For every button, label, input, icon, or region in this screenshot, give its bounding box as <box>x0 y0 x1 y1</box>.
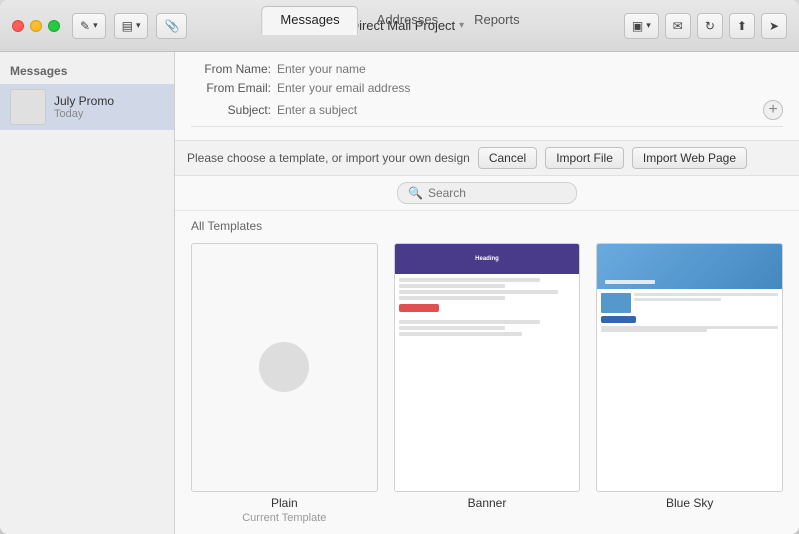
refresh-icon: ↻ <box>705 19 715 33</box>
view-type-chevron: ▾ <box>646 20 651 31</box>
template-name-bluesky: Blue Sky <box>666 496 713 510</box>
titlebar: ✎ ▾ ▤ ▾ 📎 ✉ Direct Mail Project ▾ Messag… <box>0 0 799 52</box>
subject-label: Subject: <box>191 103 271 117</box>
toolbar-left: ✎ ▾ ▤ ▾ 📎 <box>72 13 187 39</box>
from-email-row: From Email: <box>191 81 783 95</box>
template-card-plain[interactable]: Plain Current Template <box>191 243 378 524</box>
template-preview-plain <box>191 243 378 492</box>
import-file-button[interactable]: Import File <box>545 147 624 169</box>
from-name-row: From Name: <box>191 62 783 76</box>
message-thumbnail <box>10 89 46 125</box>
from-email-label: From Email: <box>191 81 271 95</box>
search-row: 🔍 <box>175 176 799 211</box>
attach-button[interactable]: 📎 <box>156 13 187 39</box>
minimize-button[interactable] <box>30 20 42 32</box>
list-item[interactable]: July Promo Today <box>0 84 174 130</box>
maximize-button[interactable] <box>48 20 60 32</box>
form-area: From Name: From Email: Subject: + <box>175 52 799 141</box>
template-name-banner: Banner <box>468 496 507 510</box>
search-icon: 🔍 <box>408 186 423 200</box>
from-name-input[interactable] <box>277 62 783 76</box>
tab-reports[interactable]: Reports <box>456 7 538 34</box>
compose-icon: ✎ <box>80 19 90 33</box>
export-button[interactable]: ⬆ <box>729 13 755 39</box>
message-info: July Promo Today <box>54 94 114 120</box>
template-bar-text: Please choose a template, or import your… <box>187 151 470 165</box>
tabs: Messages Addresses Reports <box>261 6 537 34</box>
traffic-lights <box>12 20 60 32</box>
templates-scroll[interactable]: All Templates Plain Current Template <box>175 211 799 534</box>
cancel-button[interactable]: Cancel <box>478 147 537 169</box>
all-templates-label: All Templates <box>191 219 783 233</box>
refresh-button[interactable]: ↻ <box>697 13 723 39</box>
from-name-label: From Name: <box>191 62 271 76</box>
view-type-icon: ▣ <box>632 19 643 33</box>
send-button[interactable]: ➤ <box>761 13 787 39</box>
view-button[interactable]: ▤ ▾ <box>114 13 149 39</box>
template-preview-banner: Heading <box>394 243 581 492</box>
template-chooser-bar: Please choose a template, or import your… <box>175 141 799 176</box>
from-email-input[interactable] <box>277 81 783 95</box>
tab-addresses[interactable]: Addresses <box>359 7 456 34</box>
title-area: ✉ Direct Mail Project ▾ Messages Address… <box>335 18 464 34</box>
add-field-button[interactable]: + <box>763 100 783 120</box>
template-card-banner[interactable]: Heading <box>394 243 581 524</box>
export-icon: ⬆ <box>737 19 747 33</box>
subject-input[interactable] <box>277 103 755 117</box>
sidebar: Messages July Promo Today <box>0 52 175 534</box>
main-content: Messages July Promo Today From Name: Fro… <box>0 52 799 534</box>
search-input[interactable] <box>428 186 558 200</box>
toolbar-right: ▣ ▾ ✉ ↻ ⬆ ➤ <box>624 13 787 39</box>
view-icon: ▤ <box>122 19 133 33</box>
paperclip-icon: 📎 <box>164 19 179 33</box>
subject-row: Subject: + <box>191 100 783 127</box>
templates-grid: Plain Current Template Heading <box>191 243 783 534</box>
template-preview-bluesky <box>596 243 783 492</box>
template-subtitle-plain: Current Template <box>242 512 326 524</box>
import-web-button[interactable]: Import Web Page <box>632 147 747 169</box>
mail-button[interactable]: ✉ <box>665 13 691 39</box>
send-icon: ➤ <box>769 19 779 33</box>
compose-chevron: ▾ <box>93 20 98 31</box>
template-card-bluesky[interactable]: Blue Sky <box>596 243 783 524</box>
view-type-button[interactable]: ▣ ▾ <box>624 13 659 39</box>
plain-placeholder <box>259 342 309 392</box>
view-chevron: ▾ <box>136 20 141 31</box>
compose-button[interactable]: ✎ ▾ <box>72 13 106 39</box>
sidebar-header: Messages <box>0 60 174 84</box>
template-name-plain: Plain <box>271 496 298 510</box>
tab-messages[interactable]: Messages <box>261 6 358 35</box>
message-date: Today <box>54 108 114 120</box>
content-panel: From Name: From Email: Subject: + Please… <box>175 52 799 534</box>
search-box: 🔍 <box>397 182 577 204</box>
mail-icon: ✉ <box>673 19 683 33</box>
main-window: ✎ ▾ ▤ ▾ 📎 ✉ Direct Mail Project ▾ Messag… <box>0 0 799 534</box>
close-button[interactable] <box>12 20 24 32</box>
message-name: July Promo <box>54 94 114 108</box>
